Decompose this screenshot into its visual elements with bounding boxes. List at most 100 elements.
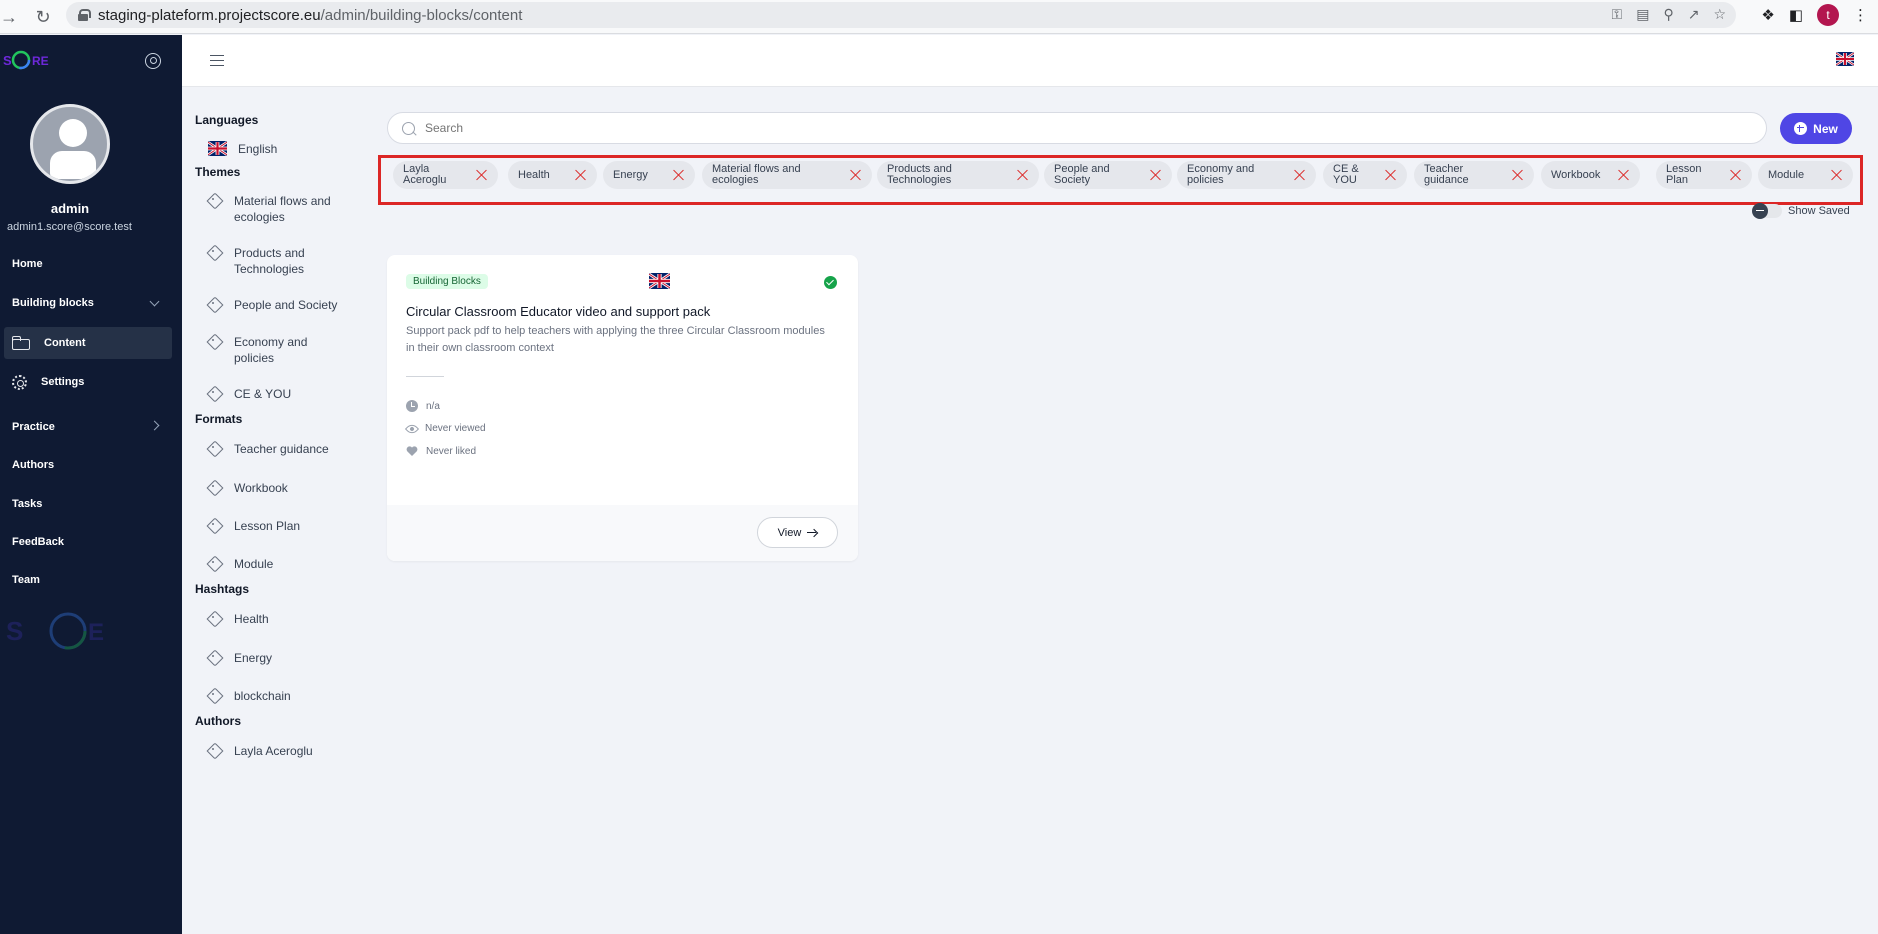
tag-icon: [208, 557, 222, 571]
search-bar: [387, 112, 1767, 144]
heart-icon: [406, 446, 418, 456]
filter-theme-item[interactable]: CE & YOU: [208, 386, 358, 402]
sidebar-item-content[interactable]: Content: [4, 327, 172, 359]
filter-theme-item[interactable]: Products and Technologies: [208, 245, 358, 277]
remove-chip-icon[interactable]: [850, 169, 862, 181]
uk-flag-icon: [208, 141, 227, 156]
sidebar-item-authors[interactable]: Authors: [0, 449, 182, 481]
tag-icon: [208, 519, 222, 533]
clock-icon: [406, 400, 418, 412]
tag-icon: [208, 481, 222, 495]
filter-chip: Energy: [603, 161, 695, 189]
chevron-right-icon: [149, 420, 160, 431]
arrow-right-icon: [807, 529, 817, 537]
zoom-icon[interactable]: ⚲: [1663, 6, 1673, 23]
remove-chip-icon[interactable]: [1618, 169, 1630, 181]
filter-format-item[interactable]: Teacher guidance: [208, 441, 358, 457]
translate-icon[interactable]: ▤: [1636, 6, 1649, 23]
chevron-down-icon: [149, 296, 160, 307]
profile-avatar[interactable]: t: [1817, 4, 1839, 26]
user-email: admin1.score@score.test: [7, 221, 132, 233]
new-button[interactable]: New: [1780, 113, 1852, 144]
filter-hashtag-item[interactable]: Energy: [208, 650, 358, 666]
filter-format-item[interactable]: Lesson Plan: [208, 518, 358, 534]
remove-chip-icon[interactable]: [1512, 169, 1524, 181]
sidebar-item-practice[interactable]: Practice: [0, 411, 182, 443]
browser-toolbar: → ↻ staging-plateform.projectscore.eu/ad…: [0, 0, 1878, 34]
search-input[interactable]: [425, 121, 1725, 135]
sidebar-item-home[interactable]: Home: [0, 248, 182, 280]
filter-theme-item[interactable]: People and Society: [208, 297, 358, 313]
remove-chip-icon[interactable]: [673, 169, 685, 181]
filter-hashtag-item[interactable]: blockchain: [208, 688, 358, 704]
tag-icon: [208, 246, 222, 260]
remove-chip-icon[interactable]: [1150, 169, 1162, 181]
user-name: admin: [50, 201, 90, 216]
sidebar-item-team[interactable]: Team: [0, 564, 182, 596]
reload-icon[interactable]: ↻: [30, 4, 56, 30]
side-panel-icon[interactable]: ◧: [1789, 6, 1803, 24]
plus-circle-icon: [1794, 122, 1808, 135]
type-badge: Building Blocks: [406, 274, 488, 289]
sidebar-item-settings[interactable]: Settings: [0, 366, 182, 398]
kebab-menu-icon[interactable]: ⋮: [1853, 6, 1868, 24]
filter-language-english[interactable]: English: [208, 141, 277, 156]
top-header: [182, 35, 1878, 87]
address-bar[interactable]: staging-plateform.projectscore.eu/admin/…: [66, 2, 1736, 28]
tag-icon: [208, 442, 222, 456]
filter-format-item[interactable]: Module: [208, 556, 358, 572]
content-card: Building Blocks Circular Classroom Educa…: [387, 255, 858, 561]
search-icon: [402, 121, 415, 135]
filter-hashtag-item[interactable]: Health: [208, 611, 358, 627]
card-title: Circular Classroom Educator video and su…: [406, 304, 711, 319]
hashtags-heading: Hashtags: [195, 582, 250, 596]
svg-text:S: S: [3, 53, 12, 68]
tag-icon: [208, 298, 222, 312]
filter-chip: CE & YOU: [1323, 161, 1407, 189]
sidebar: S RE admin admin1.score@score.test Home …: [0, 35, 182, 934]
hamburger-menu-icon[interactable]: [210, 55, 224, 66]
languages-heading: Languages: [195, 113, 259, 127]
authors-heading: Authors: [195, 714, 241, 728]
filter-theme-item[interactable]: Economy and policies: [208, 334, 358, 366]
filter-author-item[interactable]: Layla Aceroglu: [208, 743, 358, 759]
filter-chip: Economy and policies: [1177, 161, 1316, 189]
extensions-puzzle-icon[interactable]: ❖: [1761, 6, 1774, 24]
remove-chip-icon[interactable]: [1385, 169, 1397, 181]
likes-meta: Never liked: [406, 445, 476, 457]
sidebar-item-feedback[interactable]: FeedBack: [0, 526, 182, 558]
filter-chip: Lesson Plan: [1656, 161, 1752, 189]
view-button[interactable]: View: [757, 517, 838, 548]
show-saved-toggle[interactable]: Show Saved: [1752, 203, 1850, 219]
duration-meta: n/a: [406, 400, 440, 412]
toggle-switch[interactable]: [1752, 203, 1782, 219]
filter-chip: Layla Aceroglu: [393, 161, 498, 189]
remove-chip-icon[interactable]: [1294, 169, 1306, 181]
sidebar-item-building-blocks[interactable]: Building blocks: [0, 287, 182, 319]
remove-chip-icon[interactable]: [1831, 169, 1843, 181]
remove-chip-icon[interactable]: [1017, 169, 1029, 181]
tag-icon: [208, 651, 222, 665]
score-watermark-logo: S E: [6, 612, 104, 650]
sidebar-item-tasks[interactable]: Tasks: [0, 488, 182, 520]
remove-chip-icon[interactable]: [575, 169, 587, 181]
tag-icon: [208, 612, 222, 626]
remove-chip-icon[interactable]: [1730, 169, 1742, 181]
bookmark-star-icon[interactable]: ☆: [1713, 6, 1726, 23]
filter-chip: Module: [1758, 161, 1853, 189]
key-icon[interactable]: ⚿: [1612, 6, 1623, 23]
remove-chip-icon[interactable]: [476, 169, 488, 181]
filter-theme-item[interactable]: Material flows and ecologies: [208, 193, 358, 225]
back-arrow-icon[interactable]: →: [0, 4, 22, 30]
account-circle-icon[interactable]: [145, 53, 161, 69]
tag-icon: [208, 744, 222, 758]
share-icon[interactable]: ↗: [1688, 6, 1700, 23]
uk-flag-icon[interactable]: [1836, 52, 1854, 66]
lock-icon: [78, 9, 91, 21]
score-logo[interactable]: S RE: [2, 49, 54, 71]
eye-icon: [404, 421, 420, 436]
filter-chip: Products and Technologies: [877, 161, 1039, 189]
filter-format-item[interactable]: Workbook: [208, 480, 358, 496]
uk-flag-icon: [649, 273, 670, 289]
tag-icon: [208, 689, 222, 703]
